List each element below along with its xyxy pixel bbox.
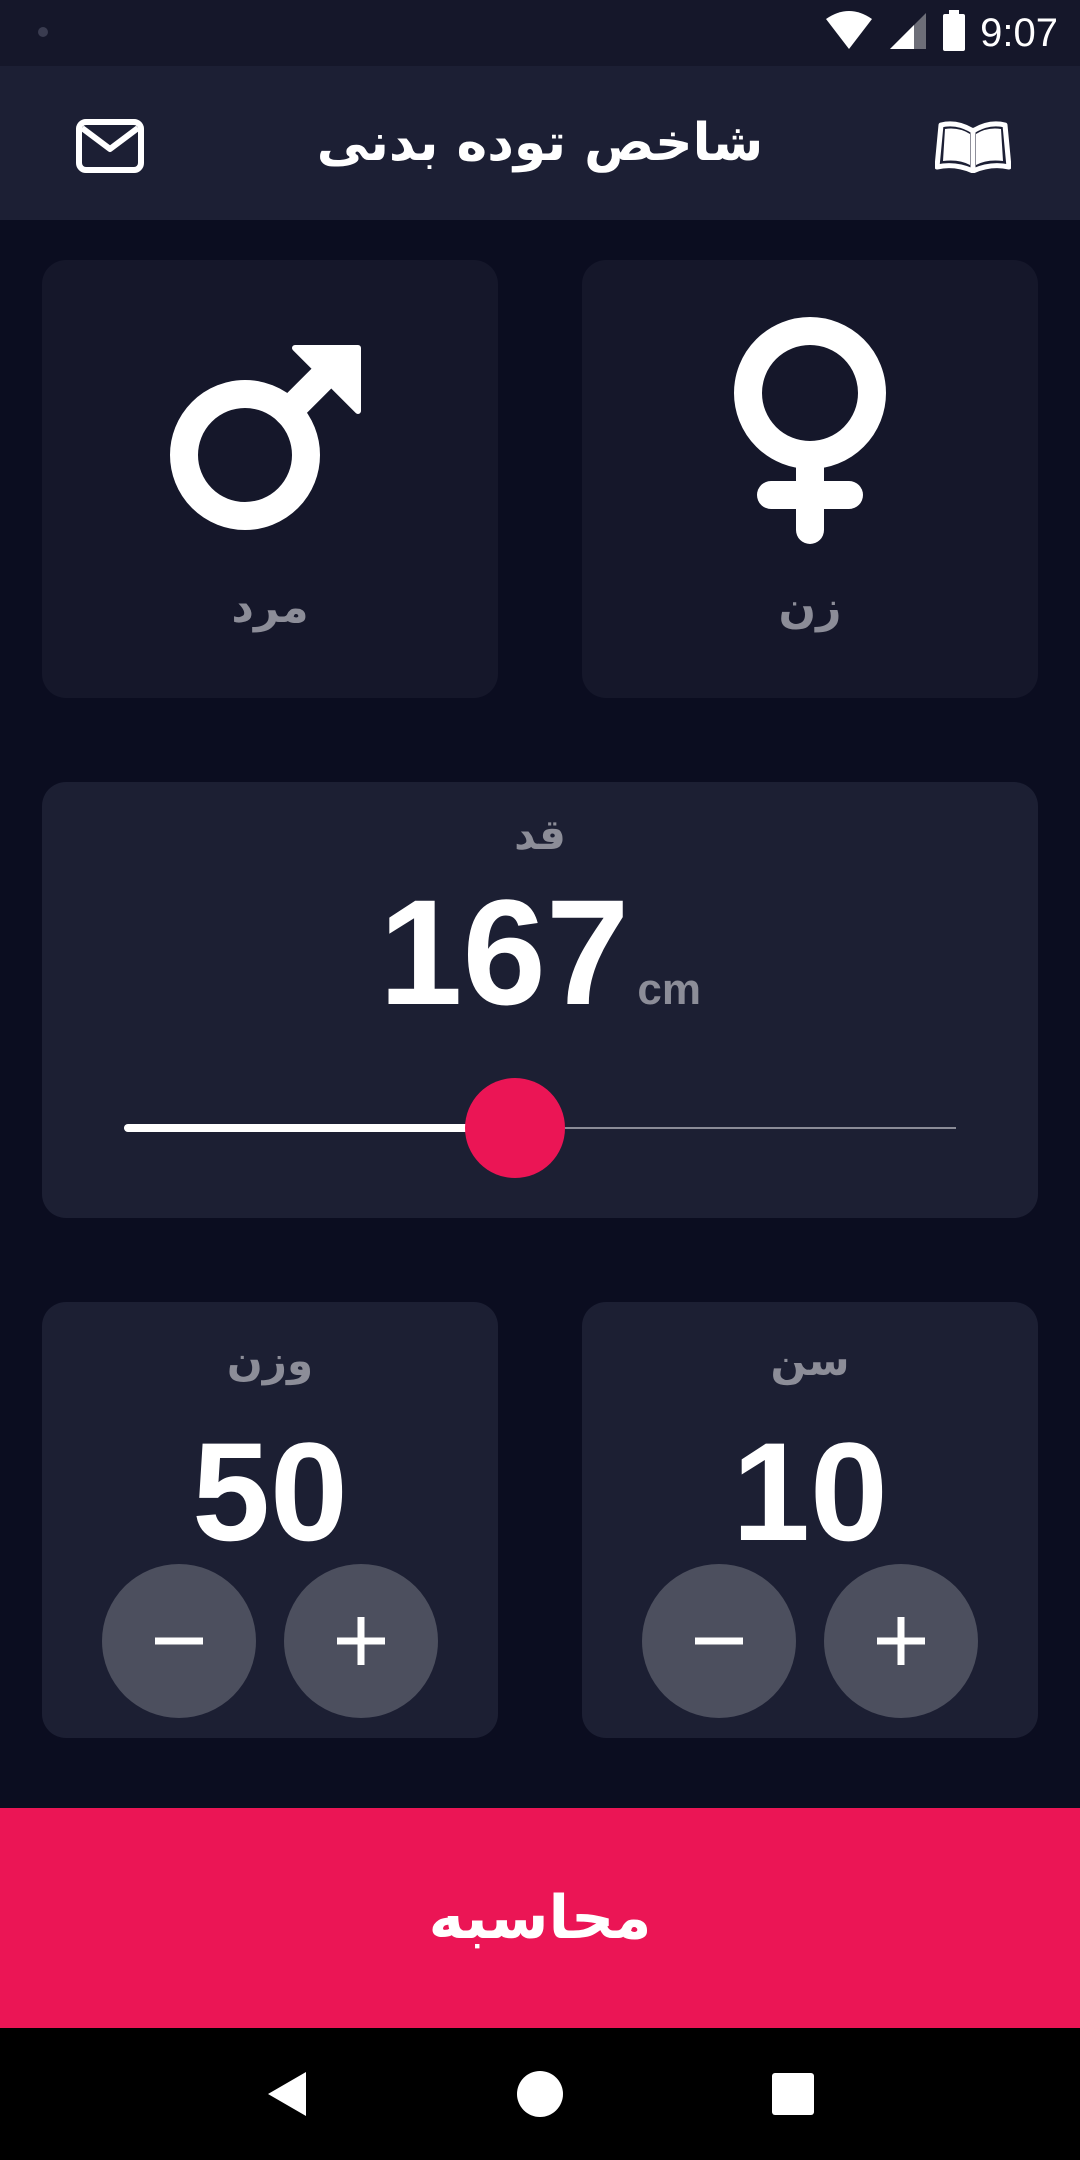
nav-back-button[interactable] <box>242 2049 332 2139</box>
wifi-icon <box>824 11 874 55</box>
age-decrement-button[interactable] <box>642 1564 796 1718</box>
age-increment-button[interactable] <box>824 1564 978 1718</box>
female-card[interactable]: زن <box>582 260 1038 698</box>
age-label: سن <box>770 1336 850 1385</box>
status-bar: 9:07 <box>0 0 1080 66</box>
minus-icon <box>695 1637 743 1645</box>
male-label: مرد <box>231 582 309 633</box>
height-unit: cm <box>637 965 701 1014</box>
height-card: قد 167 cm <box>42 782 1038 1218</box>
height-value: 167 <box>379 868 630 1036</box>
plus-icon <box>337 1617 385 1665</box>
mail-icon <box>76 119 144 173</box>
height-label: قد <box>514 810 566 859</box>
app-bar: شاخص توده بدنی <box>0 66 1080 220</box>
weight-increment-button[interactable] <box>284 1564 438 1718</box>
slider-fill <box>124 1124 515 1132</box>
age-value: 10 <box>732 1413 888 1570</box>
nav-recents-button[interactable] <box>748 2049 838 2139</box>
female-symbol-icon <box>734 317 886 544</box>
book-icon <box>935 121 1011 173</box>
status-time: 9:07 <box>980 10 1058 55</box>
male-card[interactable]: مرد <box>42 260 498 698</box>
status-icons: 9:07 <box>824 0 1058 66</box>
weight-card: وزن 50 <box>42 1302 498 1738</box>
back-icon <box>267 2072 306 2116</box>
nav-home-button[interactable] <box>495 2049 585 2139</box>
female-label: زن <box>778 582 842 633</box>
notification-dot <box>38 27 48 37</box>
calculate-button[interactable]: محاسبه <box>0 1808 1080 2028</box>
navigation-bar <box>0 2028 1080 2160</box>
height-value-row: 167 cm <box>42 868 1038 1036</box>
info-book-button[interactable] <box>928 106 1018 186</box>
female-icon-wrap <box>582 300 1038 560</box>
recents-icon <box>772 2073 815 2115</box>
slider-thumb[interactable] <box>465 1078 565 1178</box>
plus-icon <box>877 1617 925 1665</box>
male-symbol-icon <box>170 345 361 530</box>
page-title: شاخص توده بدنی <box>316 113 764 173</box>
home-icon <box>516 2071 563 2117</box>
weight-decrement-button[interactable] <box>102 1564 256 1718</box>
battery-icon <box>942 10 966 56</box>
weight-label: وزن <box>226 1336 314 1385</box>
signal-icon <box>888 11 928 55</box>
male-icon-wrap <box>42 300 498 560</box>
mail-button[interactable] <box>65 106 155 186</box>
weight-value: 50 <box>192 1413 348 1570</box>
minus-icon <box>155 1637 203 1645</box>
age-card: سن 10 <box>582 1302 1038 1738</box>
height-slider[interactable] <box>124 1078 956 1178</box>
